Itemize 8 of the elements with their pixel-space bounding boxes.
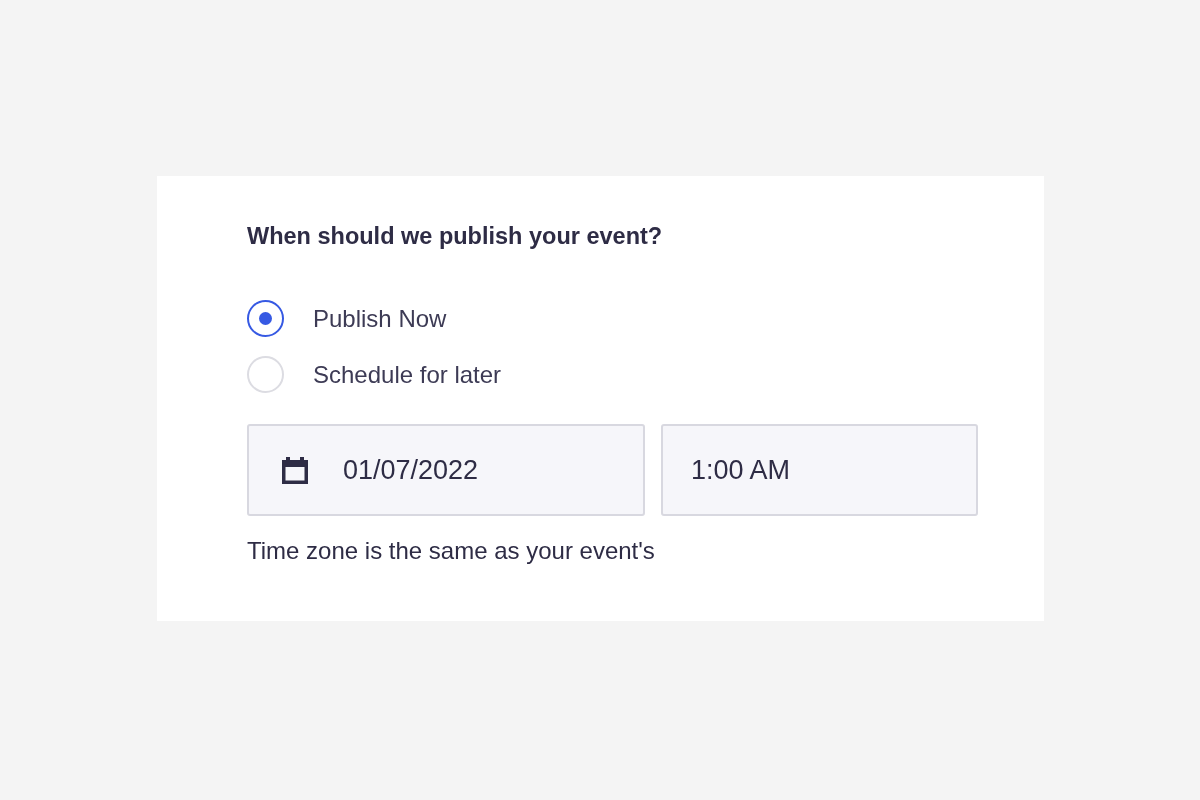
- radio-button[interactable]: [247, 300, 284, 337]
- time-field[interactable]: 1:00 AM: [661, 424, 978, 516]
- calendar-icon: [282, 457, 308, 484]
- question-heading: When should we publish your event?: [247, 222, 664, 250]
- option-label: Schedule for later: [313, 360, 502, 389]
- timezone-note: Time zone is the same as your event's: [247, 537, 656, 565]
- date-field[interactable]: 01/07/2022: [247, 424, 645, 516]
- option-label: Publish Now: [313, 304, 447, 333]
